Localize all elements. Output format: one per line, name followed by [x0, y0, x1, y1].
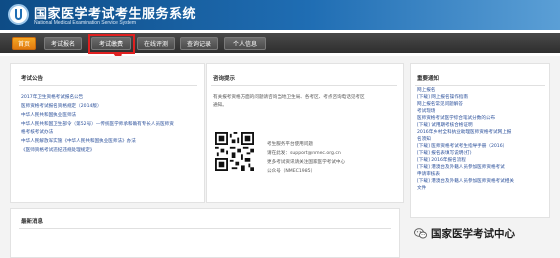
- tips-title: 咨询提示: [213, 76, 236, 82]
- nav-exam-registration[interactable]: 考试报名: [44, 37, 82, 50]
- notice-link-continued[interactable]: 文件: [417, 186, 426, 192]
- tips-body-line: 有关报考资格方面的问题请咨询当地卫生局、各考区、考点咨询电话见考区: [213, 95, 365, 100]
- nav-query-records[interactable]: 查询记录: [180, 37, 218, 50]
- announcement-link[interactable]: 中华人民共和国卫生部令（第52号）—传统医学师承和确有专长人员医师资: [21, 122, 174, 128]
- site-subtitle: National Medical Examination Service Sys…: [34, 20, 136, 26]
- announcement-link[interactable]: 医师资格考试报名资格规定（2014版）: [21, 104, 102, 110]
- tips-body-line: 通知。: [213, 103, 227, 108]
- nav-online-assessment[interactable]: 在线评测: [137, 37, 175, 50]
- announcement-link[interactable]: 2017年卫生资格考试报名公告: [21, 95, 83, 101]
- announcements-title: 考试公告: [21, 76, 44, 82]
- announcement-link[interactable]: 《医师资格考试违纪违规处理规定》: [21, 148, 95, 154]
- nav-personal-info[interactable]: 个人信息: [224, 37, 266, 50]
- announcements-panel: 考试公告 2017年卫生资格考试报名公告 医师资格考试报名资格规定（2014版）…: [10, 63, 205, 203]
- wechat-icon: [414, 227, 427, 238]
- notice-link[interactable]: [下载] 试用期考核合格证明: [417, 123, 473, 129]
- latest-news-panel: 最新消息: [10, 208, 400, 258]
- notice-link[interactable]: 考试现场: [417, 109, 435, 115]
- notice-link[interactable]: [下载] 港澳台及外籍人员参加医师资格考试相关: [417, 179, 514, 185]
- announcement-link[interactable]: 中华人民解放军实施《中华人民共和国执业医师法》办法: [21, 139, 136, 145]
- tips-contact-line: 公众号（NMEC1985）: [267, 169, 316, 174]
- tips-contact-line: 考生服务平台使用问题: [267, 142, 313, 147]
- divider: [211, 85, 397, 86]
- divider: [415, 85, 545, 86]
- notice-link-continued[interactable]: 名须知: [417, 137, 431, 143]
- notice-link-continued[interactable]: 申请审核表: [417, 172, 440, 178]
- tips-contact-line: 请在此发：support@nmec.org.cn: [267, 151, 341, 156]
- latest-news-title: 最新消息: [21, 219, 44, 225]
- notice-link[interactable]: [下载] 网上报名操作指南: [417, 95, 468, 101]
- notice-link[interactable]: [下载] 报名表填写说明(打): [417, 151, 472, 157]
- watermark-text: 国家医学考试中心: [431, 227, 515, 240]
- divider: [19, 85, 197, 86]
- notices-title: 重要通知: [417, 76, 440, 82]
- notice-link[interactable]: [下载] 医师资格考试考生指导手册（2016）: [417, 144, 507, 150]
- notice-link[interactable]: [下载] 港澳台及外籍人员参加医师资格考试: [417, 165, 505, 171]
- wechat-watermark: 国家医学考试中心: [414, 222, 515, 244]
- qr-code-icon: [215, 132, 254, 171]
- notice-link[interactable]: [下载] 2016年报名流程: [417, 158, 466, 164]
- nav-home[interactable]: 首页: [12, 37, 36, 50]
- important-notices-panel: 重要通知 网上报名 [下载] 网上报名操作指南 网上报名常见问题解答 考试现场 …: [410, 63, 550, 218]
- announcement-link-continued[interactable]: 格考核考试办法: [21, 130, 53, 136]
- notice-link[interactable]: 网上报名: [417, 88, 435, 94]
- notice-link[interactable]: 2016年乡村全科执业助理医师资格考试网上报: [417, 130, 511, 136]
- site-logo-icon: [8, 4, 29, 25]
- announcement-link[interactable]: 中华人民共和国执业医师法: [21, 113, 76, 119]
- divider: [19, 228, 391, 229]
- site-header: 国家医学考试考生服务系统 National Medical Examinatio…: [0, 0, 560, 30]
- main-navbar: 首页 考试报名 考试缴费 在线评测 查询记录 个人信息: [0, 33, 560, 53]
- notice-link[interactable]: 网上报名常见问题解答: [417, 102, 463, 108]
- notice-link[interactable]: 医师资格考试医学综合笔试分数的公布: [417, 116, 495, 122]
- tips-contact-line: 更多考试资讯请关注国家医学考试中心: [267, 160, 346, 165]
